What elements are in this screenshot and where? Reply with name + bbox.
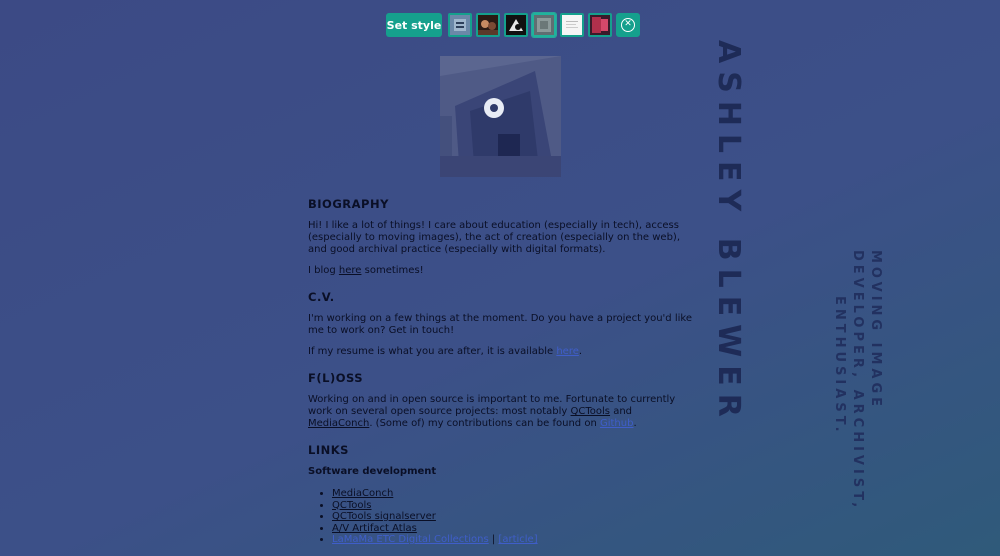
mediaconch-link[interactable]: MediaConch — [308, 418, 369, 429]
biography-text: Hi! I like a lot of things! I care about… — [308, 220, 681, 255]
links-heading: LINKS — [308, 443, 349, 457]
blog-pre-text: I blog — [308, 265, 339, 276]
style-thumb-6[interactable] — [588, 13, 612, 37]
style-thumb-4-image — [534, 15, 554, 35]
list-item: A/V Artifact Atlas — [332, 523, 692, 535]
style-thumb-3[interactable] — [504, 13, 528, 37]
floss-mid-text: . (Some of) my contributions can be foun… — [369, 418, 600, 429]
style-toolbar: Set style ✕ — [386, 13, 640, 37]
cv-heading: C.V. — [308, 290, 335, 304]
close-toolbar-button[interactable]: ✕ — [616, 13, 640, 37]
list-item: QCTools signalserver — [332, 511, 692, 523]
style-thumb-5[interactable] — [560, 13, 584, 37]
tagline-line-3: ENTHUSIAST. — [832, 296, 847, 436]
resume-link[interactable]: here — [556, 346, 579, 357]
close-circle-icon: ✕ — [621, 18, 635, 32]
biography-heading: BIOGRAPHY — [308, 197, 389, 211]
link-article[interactable]: [article] — [498, 534, 537, 545]
link-separator: | — [488, 534, 499, 545]
floss-text: Working on and in open source is importa… — [308, 394, 692, 430]
link-lamama[interactable]: LaMaMa ETC Digital Collections — [332, 534, 489, 545]
blog-line: I blog here sometimes! — [308, 265, 692, 277]
profile-photo-image — [440, 56, 561, 177]
style-thumb-4[interactable] — [532, 13, 556, 37]
profile-photo — [440, 56, 561, 177]
style-thumb-6-image — [590, 15, 610, 35]
vertical-name: ASHLEY BLEWER — [711, 40, 746, 425]
style-thumb-2[interactable] — [476, 13, 500, 37]
tagline-line-1: MOVING IMAGE — [868, 250, 883, 410]
style-thumb-1[interactable] — [448, 13, 472, 37]
list-item: MediaConch — [332, 488, 692, 500]
resume-post-text: . — [578, 346, 583, 357]
blog-link[interactable]: here — [339, 265, 362, 276]
link-qctools-signalserver[interactable]: QCTools signalserver — [332, 511, 436, 522]
floss-and-text: and — [610, 406, 633, 417]
software-dev-heading: Software development — [308, 466, 437, 477]
style-thumb-2-image — [478, 15, 498, 35]
github-link[interactable]: Github — [600, 418, 633, 429]
resume-pre-text: If my resume is what you are after, it i… — [308, 346, 557, 357]
resume-line: If my resume is what you are after, it i… — [308, 346, 692, 358]
floss-post-text: . — [633, 418, 637, 429]
link-av-artifact-atlas[interactable]: A/V Artifact Atlas — [332, 523, 417, 534]
cv-text: I'm working on a few things at the momen… — [308, 313, 692, 336]
list-item: QCTools — [332, 500, 692, 512]
qctools-link[interactable]: QCTools — [571, 406, 611, 417]
style-thumb-1-image — [450, 15, 470, 35]
list-item: LaMaMa ETC Digital Collections | [articl… — [332, 534, 692, 546]
links-list: MediaConch QCTools QCTools signalserver … — [308, 488, 692, 546]
floss-heading: F(L)OSS — [308, 371, 364, 385]
link-qctools[interactable]: QCTools — [332, 500, 372, 511]
main-content: BIOGRAPHY Hi! I like a lot of things! I … — [308, 198, 692, 546]
set-style-button[interactable]: Set style — [386, 13, 442, 37]
style-thumb-5-image — [562, 15, 582, 35]
link-mediaconch[interactable]: MediaConch — [332, 488, 393, 499]
style-thumb-3-image — [506, 15, 526, 35]
tagline-line-2: DEVELOPER, ARCHIVIST, — [850, 250, 865, 512]
blog-post-text: sometimes! — [361, 265, 424, 276]
